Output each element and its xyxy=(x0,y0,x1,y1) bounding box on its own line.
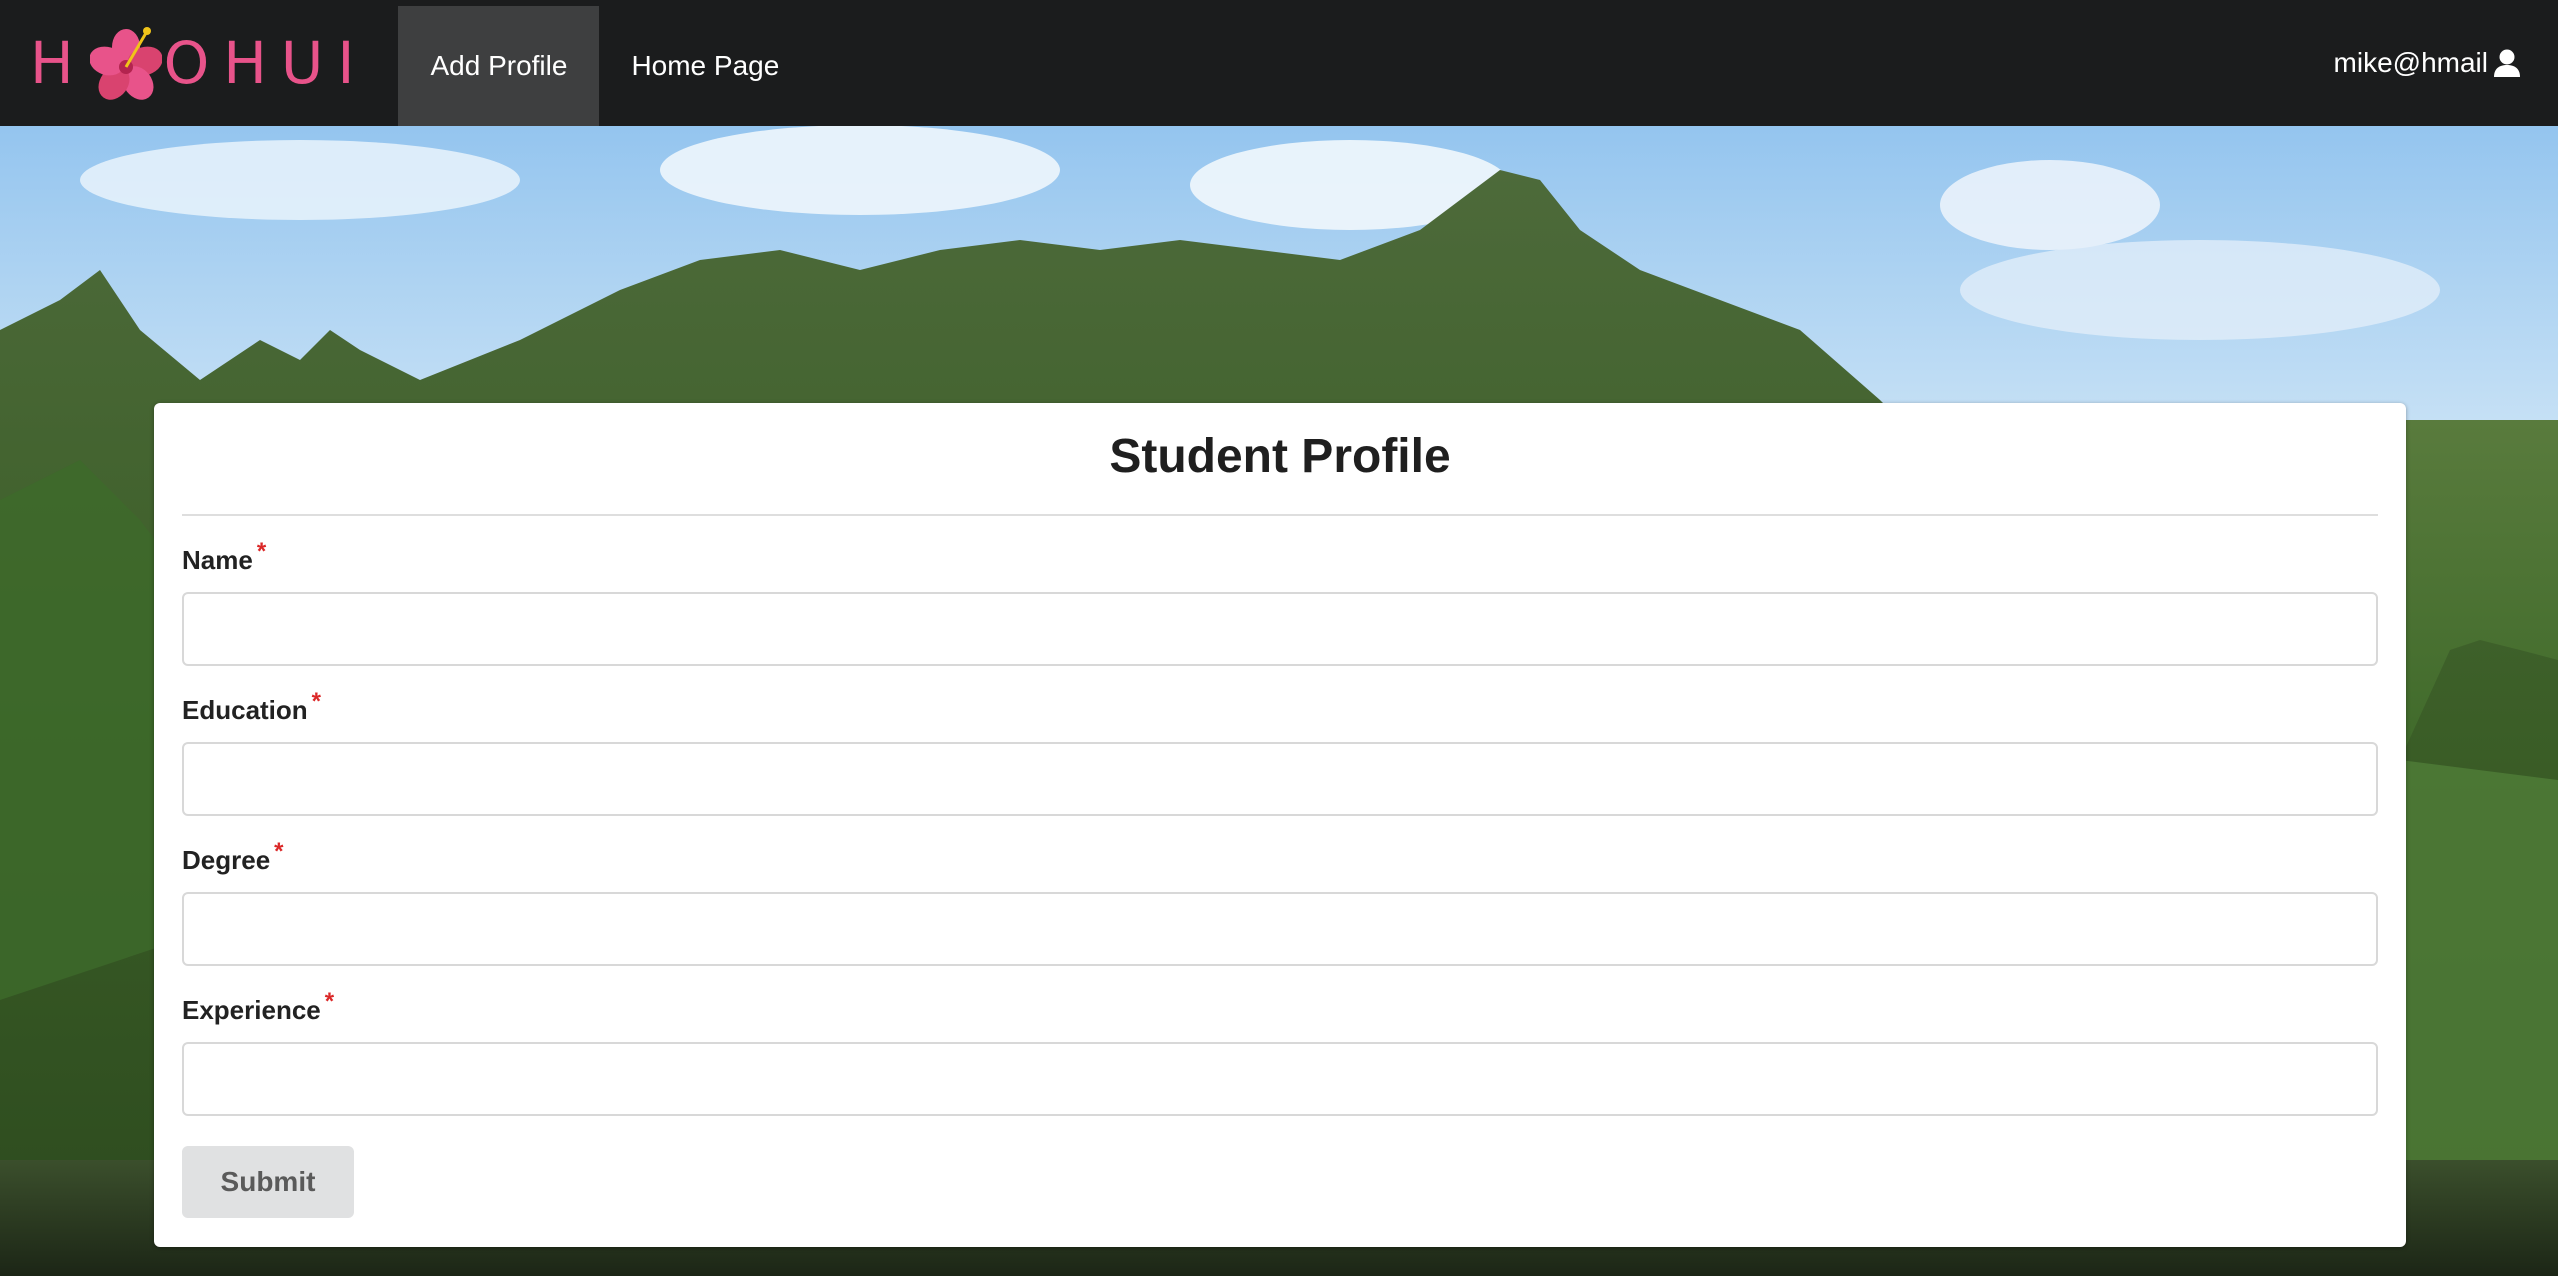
user-email: mike@hmail xyxy=(2333,47,2488,78)
title-divider xyxy=(182,514,2378,516)
name-label-text: Name xyxy=(182,545,253,575)
hibiscus-flower-icon xyxy=(88,23,163,103)
student-profile-form: Student Profile Name * Education * Degree *… xyxy=(154,403,2406,1247)
brand-letter: I xyxy=(337,29,369,97)
submit-button[interactable]: Submit xyxy=(182,1146,354,1218)
degree-label-text: Degree xyxy=(182,845,271,875)
brand-letter: U xyxy=(280,29,338,97)
brand-logo[interactable]: H O H U I xyxy=(0,0,398,126)
brand-letter: H xyxy=(30,29,88,97)
degree-input[interactable] xyxy=(182,892,2378,966)
required-marker: * xyxy=(324,988,335,1015)
brand-letter: O xyxy=(163,29,224,97)
education-label: Education * xyxy=(182,688,321,726)
experience-label-text: Experience xyxy=(182,995,321,1025)
required-marker: * xyxy=(311,688,322,715)
education-label-text: Education xyxy=(182,695,308,725)
education-input[interactable] xyxy=(182,742,2378,816)
degree-label: Degree * xyxy=(182,838,284,876)
form-title: Student Profile xyxy=(1109,430,1451,483)
name-label: Name * xyxy=(182,538,266,576)
top-navbar: H O H U I Add Profile Home Page mike@hma… xyxy=(0,0,2558,126)
name-input[interactable] xyxy=(182,592,2378,666)
required-marker: * xyxy=(256,538,267,565)
experience-label: Experience * xyxy=(182,988,334,1026)
nav-item-add-profile[interactable]: Add Profile xyxy=(398,6,600,126)
user-menu[interactable]: mike@hmail xyxy=(2334,0,2558,126)
user-icon xyxy=(2492,48,2522,78)
page: H O H U I Add Profile Home Page mike@hma… xyxy=(0,0,2558,1276)
brand-letter: H xyxy=(223,29,281,97)
nav-item-home-page[interactable]: Home Page xyxy=(599,6,811,126)
experience-input[interactable] xyxy=(182,1042,2378,1116)
required-marker: * xyxy=(274,838,284,865)
